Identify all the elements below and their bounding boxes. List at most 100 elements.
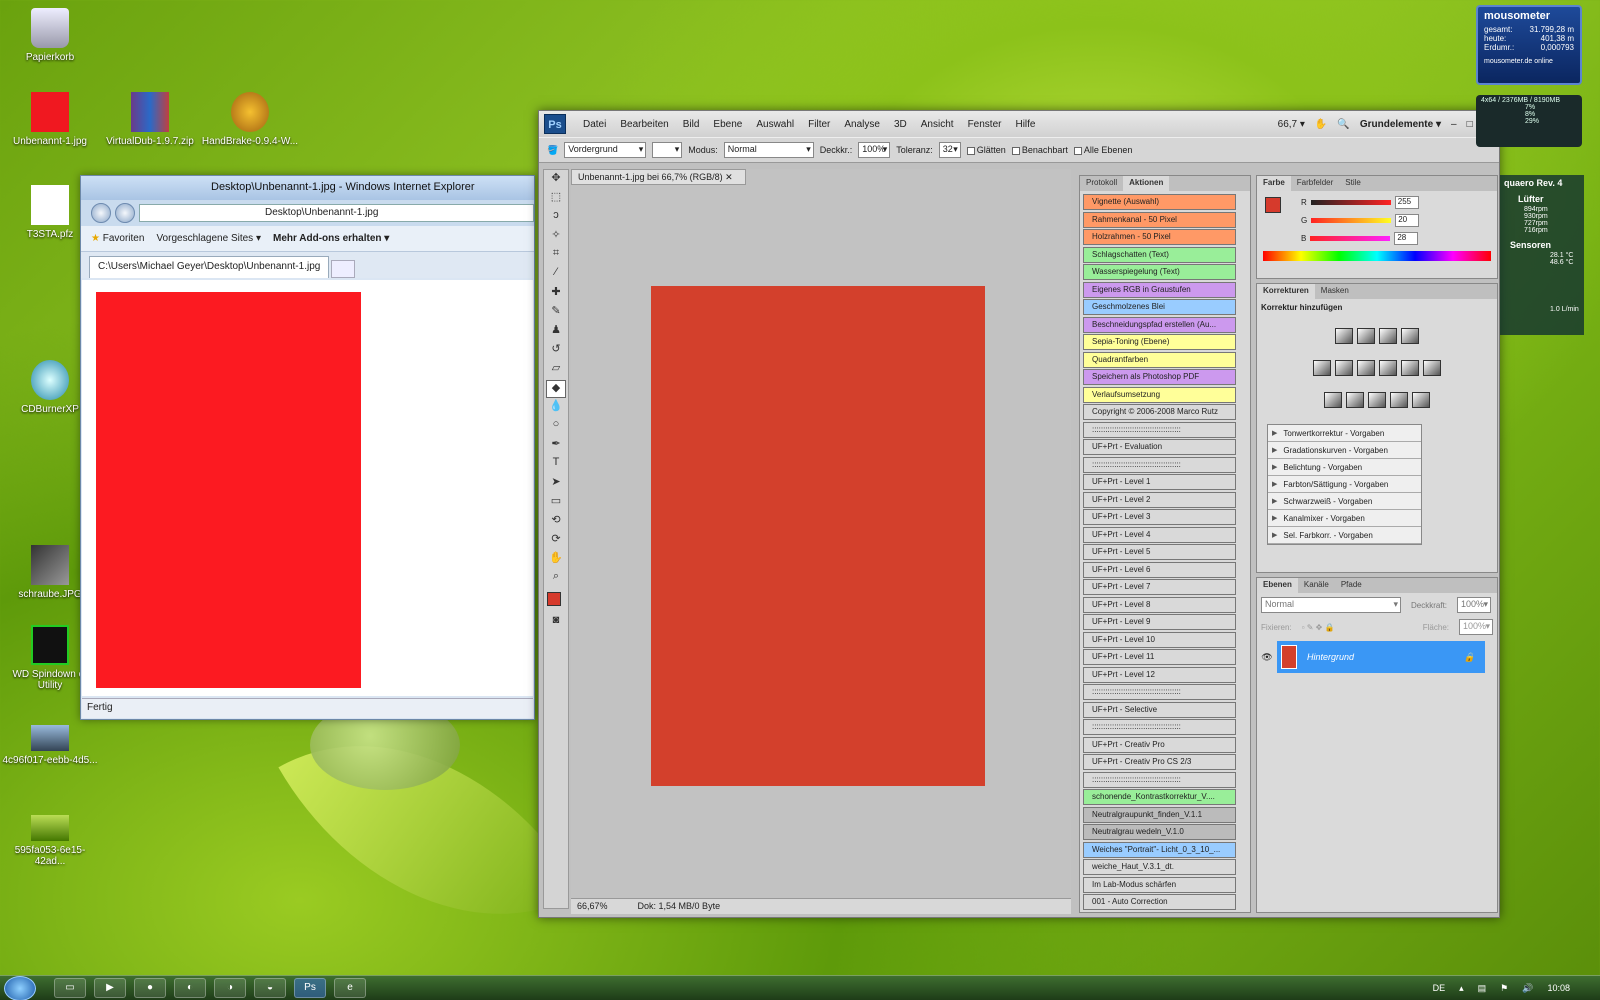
tab-farbfelder[interactable]: Farbfelder (1291, 176, 1339, 191)
desktop-icon-file1[interactable]: 4c96f017-eebb-4d5... (0, 725, 100, 766)
tab-masken[interactable]: Masken (1315, 284, 1355, 299)
move-tool-icon[interactable]: ✥ (546, 171, 566, 189)
preset-item[interactable]: Schwarzweiß - Vorgaben (1268, 493, 1421, 510)
color-spectrum-bar[interactable] (1263, 251, 1491, 261)
action-item[interactable]: Im Lab-Modus schärfen (1083, 876, 1236, 893)
stamp-icon[interactable]: ♟ (546, 323, 566, 341)
action-item[interactable]: 001 - Auto Correction (1083, 894, 1236, 910)
desktop-icon-virtualdub[interactable]: VirtualDub-1.9.7.zip (100, 92, 200, 147)
menu-ebene[interactable]: Ebene (706, 119, 749, 130)
smooth-checkbox[interactable]: Glätten (966, 145, 1006, 155)
action-item[interactable]: Quadrantfarben (1083, 351, 1236, 368)
taskbar-ie[interactable]: e (334, 978, 366, 998)
workspace-select[interactable]: Grundelemente ▾ (1360, 119, 1441, 130)
taskbar-firefox[interactable]: ● (134, 978, 166, 998)
blend-mode-select[interactable]: Normal (1261, 597, 1401, 613)
all-layers-checkbox[interactable]: Alle Ebenen (1073, 145, 1132, 155)
action-item[interactable]: weiche_Haut_V.3.1_dt. (1083, 859, 1236, 875)
menu-bild[interactable]: Bild (676, 119, 707, 130)
action-item[interactable]: schonende_Kontrastkorrektur_V.... (1083, 789, 1236, 805)
channel-mixer-icon[interactable] (1423, 360, 1441, 376)
slider-b[interactable]: B 28 (1301, 229, 1497, 247)
zoom-tool-icon[interactable]: ⌕ (546, 570, 566, 588)
mode-select[interactable]: Normal (723, 142, 814, 158)
action-item[interactable]: Verlaufsumsetzung (1083, 386, 1236, 403)
action-item[interactable]: Neutralgraupunkt_finden_V.1.1 (1083, 806, 1236, 823)
desktop-icon-recycle-bin[interactable]: Papierkorb (0, 8, 100, 63)
mousometer-gadget[interactable]: mousometer gesamt: 31.799,28 m heute: 401,… (1476, 5, 1582, 85)
tab-aktionen[interactable]: Aktionen (1123, 176, 1170, 191)
fg-color-swatch[interactable] (1265, 197, 1281, 213)
action-item[interactable]: Schlagschatten (Text) (1083, 246, 1236, 263)
hand-icon[interactable]: ✋ (1315, 119, 1327, 130)
back-icon[interactable] (91, 203, 111, 223)
action-item[interactable]: Geschmolzenes Blei (1083, 299, 1236, 315)
action-item[interactable]: UF+Prt - Level 7 (1083, 579, 1236, 595)
path-select-icon[interactable]: ➤ (546, 475, 566, 493)
preset-item[interactable]: Sel. Farbkorr. - Vorgaben (1268, 527, 1421, 544)
shape-tool-icon[interactable]: ▭ (546, 494, 566, 512)
menu-auswahl[interactable]: Auswahl (749, 119, 801, 130)
tab-kanaele[interactable]: Kanäle (1298, 578, 1335, 593)
action-item[interactable]: Sepia-Toning (Ebene) (1083, 334, 1236, 350)
action-item[interactable]: UF+Prt - Level 10 (1083, 631, 1236, 648)
tab-protokoll[interactable]: Protokoll (1080, 176, 1123, 191)
action-item[interactable]: :::::::::::::::::::::::::::::::::::::::: (1083, 771, 1236, 788)
slider-track[interactable] (1310, 235, 1391, 241)
volume-icon[interactable]: 🔊 (1522, 983, 1533, 994)
slider-r[interactable]: R 255 (1301, 193, 1497, 211)
quick-mask-icon[interactable]: ◙ (546, 614, 566, 632)
action-item[interactable]: Weiches "Portrait"- Licht_0_3_10_... (1083, 841, 1236, 858)
action-item[interactable]: Rahmenkanal - 50 Pixel (1083, 211, 1236, 228)
photoshop-window[interactable]: Ps Datei Bearbeiten Bild Ebene Auswahl F… (538, 110, 1500, 918)
color-balance-icon[interactable] (1357, 360, 1375, 376)
menu-fenster[interactable]: Fenster (961, 119, 1009, 130)
cpu-gadget[interactable]: 4x64 / 2376MB / 8190MB 7% 8% 29% (1476, 95, 1582, 147)
menu-bearbeiten[interactable]: Bearbeiten (613, 119, 675, 130)
ie-window[interactable]: Desktop\Unbenannt-1.jpg - Windows Intern… (80, 175, 535, 720)
action-item[interactable]: UF+Prt - Level 1 (1083, 474, 1236, 490)
action-item[interactable]: Neutralgrau wedeln_V.1.0 (1083, 824, 1236, 840)
blur-icon[interactable]: 💧 (546, 399, 566, 417)
action-item[interactable]: :::::::::::::::::::::::::::::::::::::::: (1083, 456, 1236, 473)
slider-track[interactable] (1311, 217, 1392, 223)
action-item[interactable]: Holzrahmen - 50 Pixel (1083, 229, 1236, 245)
levels-icon[interactable] (1357, 328, 1375, 344)
flag-icon[interactable]: ⚑ (1500, 983, 1508, 994)
history-brush-icon[interactable]: ↺ (546, 342, 566, 360)
paint-bucket-icon[interactable]: 🪣 (547, 145, 558, 156)
desktop-icon-unbenannt[interactable]: Unbenannt-1.jpg (0, 92, 100, 147)
addons-button[interactable]: Mehr Add-ons erhalten ▾ (273, 233, 389, 244)
photo-filter-icon[interactable] (1401, 360, 1419, 376)
posterize-icon[interactable] (1346, 392, 1364, 408)
bw-icon[interactable] (1379, 360, 1397, 376)
crop-tool-icon[interactable]: ⌗ (546, 247, 566, 265)
clock[interactable]: 10:08 (1547, 983, 1570, 993)
dodge-icon[interactable]: ○ (546, 418, 566, 436)
canvas-image[interactable] (651, 286, 985, 786)
action-item[interactable]: UF+Prt - Level 2 (1083, 491, 1236, 508)
b-value-input[interactable]: 28 (1394, 231, 1419, 245)
opacity-input[interactable]: 100% (858, 142, 891, 158)
tab-farbe[interactable]: Farbe (1257, 176, 1291, 191)
taskbar-photoshop[interactable]: Ps (294, 978, 326, 998)
action-item[interactable]: UF+Prt - Level 8 (1083, 596, 1236, 613)
r-value-input[interactable]: 255 (1394, 195, 1419, 209)
desktop-icon-handbrake[interactable]: HandBrake-0.9.4-W... (200, 92, 300, 147)
language-indicator[interactable]: DE (1433, 983, 1446, 993)
action-item[interactable]: :::::::::::::::::::::::::::::::::::::::: (1083, 684, 1236, 700)
threshold-icon[interactable] (1368, 392, 1386, 408)
g-value-input[interactable]: 20 (1395, 213, 1420, 227)
preset-item[interactable]: Kanalmixer - Vorgaben (1268, 510, 1421, 527)
new-tab-button[interactable] (331, 260, 356, 278)
ie-tab-active[interactable]: C:\Users\Michael Geyer\Desktop\Unbenannt… (89, 256, 330, 278)
action-item[interactable]: Beschneidungspfad erstellen (Au... (1083, 316, 1236, 333)
eye-icon[interactable]: 👁 (1257, 652, 1277, 663)
preset-item[interactable]: Belichtung - Vorgaben (1268, 459, 1421, 476)
taskbar-app6[interactable]: ◒ (254, 978, 286, 998)
marquee-tool-icon[interactable]: ⬚ (546, 190, 566, 208)
preset-item[interactable]: Farbton/Sättigung - Vorgaben (1268, 476, 1421, 493)
action-item[interactable]: :::::::::::::::::::::::::::::::::::::::: (1083, 719, 1236, 735)
address-input[interactable]: Desktop\Unbenannt-1.jpg (139, 204, 534, 222)
3d-rotate-icon[interactable]: ⟲ (546, 513, 566, 531)
